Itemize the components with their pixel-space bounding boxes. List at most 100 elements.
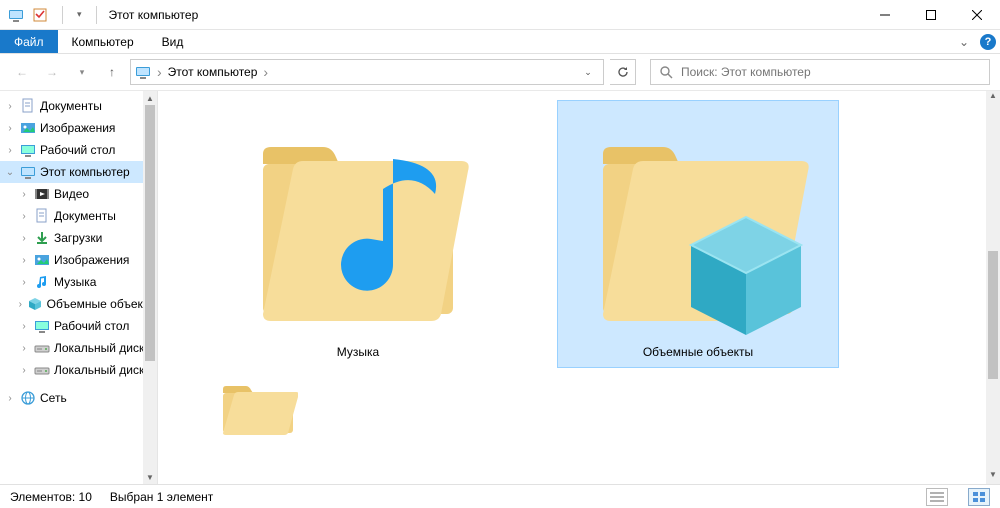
qat-properties-icon[interactable] [32, 7, 48, 23]
chevron-right-icon[interactable]: › [18, 299, 23, 310]
drive-icon [34, 362, 50, 378]
content-pane[interactable]: Музыка Объемн [158, 91, 1000, 484]
tree-node-label: Сеть [40, 391, 67, 405]
chevron-right-icon[interactable] [157, 64, 162, 80]
title-bar: ▾ Этот компьютер [0, 0, 1000, 30]
status-selection-count: Выбран 1 элемент [110, 490, 213, 504]
tab-computer[interactable]: Компьютер [58, 30, 148, 53]
desktop-icon [34, 318, 50, 334]
search-icon [659, 65, 673, 79]
address-history-button[interactable]: ⌄ [577, 61, 599, 83]
folder-item-label: Музыка [337, 345, 379, 359]
scrollbar-thumb[interactable] [145, 105, 155, 361]
content-scrollbar[interactable]: ▲ ▼ [986, 91, 1000, 484]
status-bar: Элементов: 10 Выбран 1 элемент [0, 484, 1000, 508]
tree-node[interactable]: › Видео [0, 183, 157, 205]
back-button[interactable]: ← [10, 60, 34, 84]
breadcrumb[interactable]: Этот компьютер [168, 65, 258, 79]
search-box[interactable] [650, 59, 990, 85]
navigation-bar: ← → ▾ ↑ Этот компьютер ⌄ [0, 54, 1000, 90]
tree-node[interactable]: ›Рабочий стол [0, 139, 157, 161]
minimize-button[interactable] [862, 0, 908, 30]
picture-icon [20, 120, 36, 136]
chevron-right-icon[interactable] [263, 64, 268, 80]
desktop-icon [20, 142, 36, 158]
video-icon [34, 186, 50, 202]
tree-node-this-pc[interactable]: ⌄ Этот компьютер [0, 161, 157, 183]
drive-icon [34, 340, 50, 356]
scroll-down-button[interactable]: ▼ [986, 470, 1000, 484]
folder-item-music[interactable]: Музыка [218, 101, 498, 367]
tree-scrollbar[interactable]: ▲ ▼ [143, 91, 157, 484]
ribbon-expand-button[interactable]: ⌄ [952, 30, 976, 53]
tree-node[interactable]: › Локальный диск [0, 337, 157, 359]
tree-node-label: Документы [40, 99, 102, 113]
tree-node[interactable]: › Изображения [0, 249, 157, 271]
refresh-button[interactable] [610, 59, 636, 85]
cube-icon [27, 296, 43, 312]
chevron-right-icon[interactable]: › [18, 255, 30, 266]
tree-node-label: Этот компьютер [40, 165, 130, 179]
large-icons-view-button[interactable] [968, 488, 990, 506]
chevron-right-icon[interactable]: › [4, 101, 16, 112]
scroll-up-button[interactable]: ▲ [986, 91, 1000, 105]
download-icon [34, 230, 50, 246]
chevron-right-icon[interactable]: › [18, 211, 30, 222]
tab-view[interactable]: Вид [148, 30, 198, 53]
picture-icon [34, 252, 50, 268]
tree-node-label: Документы [54, 209, 116, 223]
partial-folder-item[interactable] [158, 377, 1000, 437]
document-icon [34, 208, 50, 224]
tree-node-network[interactable]: › Сеть [0, 387, 157, 409]
help-icon: ? [980, 34, 996, 50]
chevron-right-icon[interactable]: › [18, 365, 30, 376]
tree-node[interactable]: ›Музыка [0, 271, 157, 293]
maximize-button[interactable] [908, 0, 954, 30]
help-button[interactable]: ? [976, 30, 1000, 53]
chevron-right-icon[interactable]: › [18, 233, 30, 244]
tree-node[interactable]: ›Рабочий стол [0, 315, 157, 337]
chevron-right-icon[interactable]: › [18, 277, 30, 288]
tree-node-label: Изображения [40, 121, 115, 135]
monitor-icon [20, 164, 36, 180]
app-icon [8, 7, 24, 23]
chevron-right-icon[interactable]: › [4, 123, 16, 134]
chevron-down-icon[interactable]: ⌄ [4, 167, 16, 178]
window-title: Этот компьютер [109, 8, 199, 22]
scrollbar-thumb[interactable] [988, 251, 998, 379]
chevron-right-icon[interactable]: › [4, 393, 16, 404]
quick-access-toolbar: ▾ [8, 6, 103, 24]
address-bar[interactable]: Этот компьютер ⌄ [130, 59, 604, 85]
tree-node[interactable]: ›Локальный диск [0, 359, 157, 381]
chevron-right-icon[interactable]: › [18, 343, 30, 354]
chevron-right-icon[interactable]: › [4, 145, 16, 156]
tree-node-label: Видео [54, 187, 89, 201]
tree-node[interactable]: › Объемные объекты [0, 293, 157, 315]
chevron-right-icon[interactable]: › [18, 321, 30, 332]
navigation-tree: › Документы › Изображения ›Рабочий стол ⌄ Эт… [0, 91, 158, 484]
forward-button[interactable]: → [40, 60, 64, 84]
up-button[interactable]: ↑ [100, 60, 124, 84]
tree-node[interactable]: › Документы [0, 95, 157, 117]
qat-dropdown-icon[interactable]: ▾ [77, 9, 82, 20]
folder-item-label: Объемные объекты [643, 345, 753, 359]
chevron-right-icon[interactable]: › [18, 189, 30, 200]
tree-node[interactable]: › Загрузки [0, 227, 157, 249]
scroll-down-button[interactable]: ▼ [143, 470, 157, 484]
status-item-count: Элементов: 10 [10, 490, 92, 504]
tree-node[interactable]: › Документы [0, 205, 157, 227]
folder-item-3d-objects[interactable]: Объемные объекты [558, 101, 838, 367]
search-input[interactable] [681, 65, 981, 79]
tree-node-label: Изображения [54, 253, 129, 267]
cube-folder-icon [583, 109, 813, 339]
tree-node-label: Загрузки [54, 231, 102, 245]
tree-node[interactable]: › Изображения [0, 117, 157, 139]
scroll-up-button[interactable]: ▲ [143, 91, 157, 105]
ribbon-tabs: Файл Компьютер Вид ⌄ ? [0, 30, 1000, 54]
recent-locations-button[interactable]: ▾ [70, 60, 94, 84]
close-button[interactable] [954, 0, 1000, 30]
file-tab[interactable]: Файл [0, 30, 58, 53]
tree-node-label: Локальный диск [54, 341, 144, 355]
tree-node-label: Объемные объекты [47, 297, 157, 311]
details-view-button[interactable] [926, 488, 948, 506]
